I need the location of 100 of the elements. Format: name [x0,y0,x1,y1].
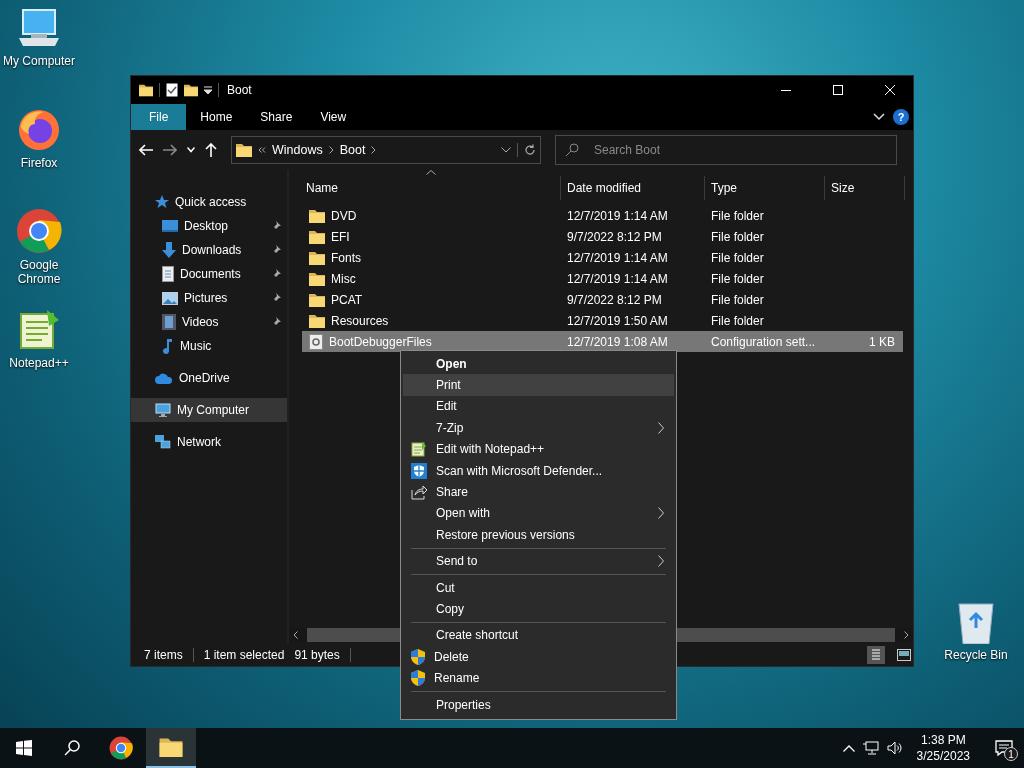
nav-item[interactable]: Videos [131,310,287,334]
notepad-icon [17,308,61,352]
list-icon [871,649,881,661]
date-cell-text: 9/7/2022 8:12 PM [566,292,663,307]
column-header[interactable]: Name [289,176,561,200]
large-icons-button[interactable] [895,646,913,664]
type-cell-text: File folder [710,271,765,286]
nav-item[interactable]: Desktop [131,214,287,238]
date-cell-text: 12/7/2019 1:14 AM [566,271,669,286]
shield-icon [411,462,427,479]
menu-item[interactable]: Properties [403,693,674,716]
windows-logo-icon [16,740,32,756]
ribbon-tab[interactable]: Home [186,104,247,130]
nav-item[interactable]: Music [131,334,287,358]
desktop-shortcut[interactable]: My Computer [0,8,78,108]
file-name: PCAT [331,292,363,307]
back-arrow-icon[interactable] [139,144,153,156]
nav-item[interactable]: Downloads [131,238,287,262]
chevron-right-icon [328,146,334,154]
help-button[interactable]: ? [893,109,909,125]
file-name: Resources [331,313,389,328]
chrome-icon [16,208,62,254]
menu-item[interactable]: Print [403,374,674,396]
file-row[interactable]: Fonts 12/7/2019 1:14 AM File folder [302,247,903,268]
folder-icon [309,208,325,223]
nav-item[interactable]: OneDrive [131,366,287,390]
up-arrow-icon[interactable] [205,143,217,157]
speaker-icon[interactable] [886,741,903,755]
folder-icon [309,313,325,328]
menu-item[interactable]: Share [403,481,674,503]
selection-info: 1 item selected [203,648,285,662]
menu-item[interactable]: Scan with Microsoft Defender... [403,459,674,482]
date-cell-text: 12/7/2019 1:14 AM [566,208,669,223]
menu-item[interactable]: Open [403,353,674,375]
menu-item[interactable]: Create shortcut [403,624,674,647]
forward-arrow-icon[interactable] [163,144,177,156]
file-row[interactable]: BootDebuggerFiles 12/7/2019 1:08 AM Configuration sett... 1 KB [302,331,903,352]
desktop-shortcut[interactable]: Google Chrome [0,208,78,308]
network-icon[interactable] [862,741,879,755]
menu-item[interactable]: Copy [403,598,674,620]
desktop-shortcut[interactable]: Recycle Bin [938,600,1014,662]
search-icon [565,143,579,157]
menu-item[interactable]: 7-Zip [403,417,674,439]
nav-item[interactable]: Pictures [131,286,287,310]
type-cell-text: File folder [710,208,765,223]
date-cell-text: 12/7/2019 1:08 AM [566,334,669,349]
breadcrumb-link[interactable]: Boot [339,143,366,157]
file-row[interactable]: DVD 12/7/2019 1:14 AM File folder [302,205,903,226]
file-row[interactable]: EFI 9/7/2022 8:12 PM File folder [302,226,903,247]
search-field[interactable]: Search Boot [555,135,897,165]
file-row[interactable]: PCAT 9/7/2022 8:12 PM File folder [302,289,903,310]
menu-item[interactable]: Edit [403,395,674,418]
computer-icon [155,402,171,418]
chevron-right-icon [371,146,377,154]
column-header[interactable]: Type [705,176,825,200]
firefox-icon [17,108,61,152]
cloud-icon [155,372,173,384]
nav-item[interactable]: Quick access [131,190,287,214]
menu-item[interactable]: Open with [403,502,674,525]
nav-item[interactable]: My Computer [131,398,287,422]
chevron-up-icon[interactable] [842,744,855,752]
chevron-down-icon[interactable] [501,147,511,153]
menu-item[interactable]: Send to [403,550,674,572]
picture-icon [162,291,178,305]
dropdown-icon[interactable] [204,86,212,94]
item-count: 7 items [144,648,183,662]
nav-item[interactable]: Network [131,430,287,454]
chrome-icon [109,736,133,760]
music-note-icon [162,338,174,354]
notification-button[interactable]: 1 [984,728,1024,768]
ribbon-tab[interactable]: Share [246,104,307,130]
minimize-icon [781,89,791,91]
clock[interactable]: 1:38 PM 3/25/2023 [910,732,976,764]
details-view-button[interactable] [867,646,885,664]
refresh-icon[interactable] [524,144,536,156]
file-row[interactable]: Resources 12/7/2019 1:50 AM File folder [302,310,903,331]
down-arrow-icon [162,242,176,258]
taskbar-app-button[interactable] [146,728,196,768]
date-cell-text: 9/7/2022 8:12 PM [566,229,663,244]
column-header[interactable]: Size [825,176,905,200]
file-row[interactable]: Misc 12/7/2019 1:14 AM File folder [302,268,903,289]
menu-item[interactable]: Edit with Notepad++ [403,438,674,460]
address-bar[interactable]: Windows Boot [231,136,541,164]
size-cell-text: 1 KB [868,334,896,349]
column-header[interactable]: Date modified [561,176,705,200]
desktop-shortcut[interactable]: Firefox [0,108,78,208]
selection-size: 91 bytes [294,648,340,662]
folder-icon [309,271,325,286]
menu-item[interactable]: Delete [403,646,674,668]
menu-item[interactable]: Rename [403,667,674,689]
menu-item[interactable]: Cut [403,576,674,599]
ribbon-tab[interactable]: File [131,104,187,130]
nav-item[interactable]: Documents [131,262,287,286]
desktop-shortcut[interactable]: Notepad++ [0,308,78,408]
ribbon-tab[interactable]: View [306,104,361,130]
properties-icon[interactable] [166,83,178,97]
folder-icon [309,292,325,307]
breadcrumb-link[interactable]: Windows [272,143,323,157]
menu-item[interactable]: Restore previous versions [403,524,674,546]
recycle-bin-icon [957,600,995,644]
